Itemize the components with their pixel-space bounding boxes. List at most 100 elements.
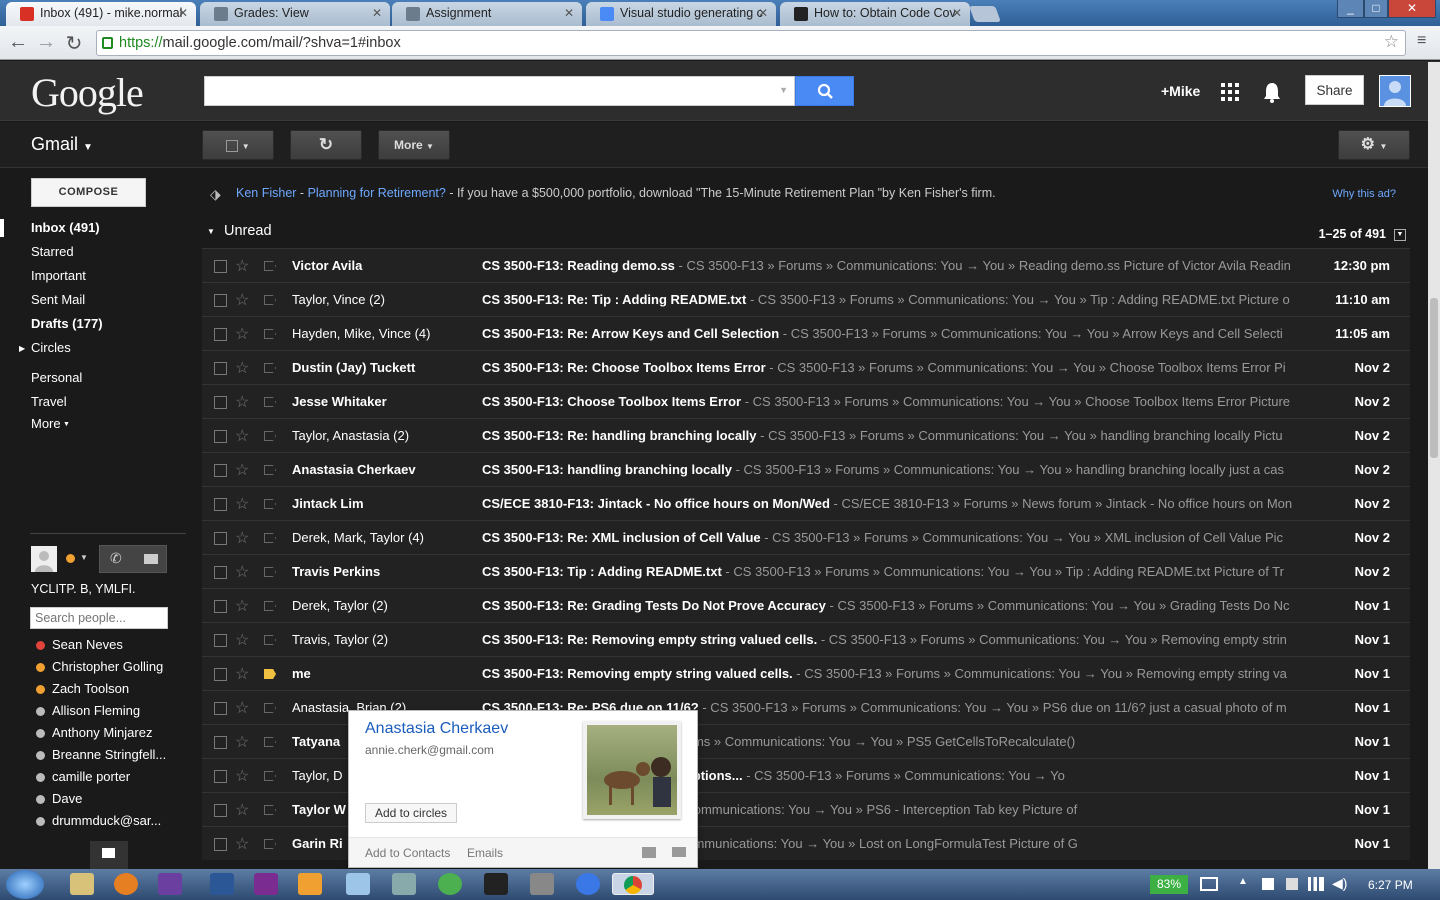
chrome-icon[interactable] [612, 873, 654, 895]
star-icon[interactable]: ☆ [235, 664, 249, 684]
sidebar-item[interactable]: Important [31, 268, 86, 283]
browser-tab[interactable]: Inbox (491) - mike.normal ✕ [6, 2, 196, 26]
table-row[interactable]: ☆ Derek, Mark, Taylor (4) CS 3500-F13: Re:… [202, 520, 1410, 554]
onenote-icon[interactable] [254, 873, 278, 895]
star-icon[interactable]: ☆ [235, 324, 249, 344]
row-checkbox[interactable] [214, 736, 227, 749]
gmail-menu[interactable]: Gmail ▼ [31, 134, 93, 155]
video-camera-icon[interactable] [144, 554, 158, 564]
importance-marker-icon[interactable] [264, 397, 276, 407]
reload-icon[interactable]: ↻ [62, 31, 86, 56]
back-icon[interactable]: ← [6, 31, 30, 54]
importance-marker-icon[interactable] [264, 567, 276, 577]
row-checkbox[interactable] [214, 838, 227, 851]
star-icon[interactable]: ☆ [235, 392, 249, 412]
importance-marker-icon[interactable] [264, 329, 276, 339]
table-row[interactable]: ☆ Travis, Taylor (2) CS 3500-F13: Re: Remo… [202, 622, 1410, 656]
chat-contact[interactable]: camille porter [52, 769, 130, 784]
notification-bell-icon[interactable] [1262, 81, 1282, 108]
chat-avatar[interactable] [31, 546, 57, 572]
more-actions-button[interactable]: More ▼ [378, 130, 450, 160]
media-player-icon[interactable] [298, 873, 322, 895]
caret-down-icon[interactable]: ▼ [63, 421, 70, 428]
search-button[interactable] [795, 76, 854, 106]
importance-marker-icon[interactable] [264, 431, 276, 441]
caret-down-icon[interactable]: ▼ [80, 553, 88, 562]
row-checkbox[interactable] [214, 668, 227, 681]
new-tab-button[interactable] [969, 6, 1001, 22]
chat-contact[interactable]: Breanne Stringfell... [52, 747, 166, 762]
emails-link[interactable]: Emails [467, 846, 503, 860]
user-profile-link[interactable]: +Mike [1161, 83, 1200, 99]
star-icon[interactable]: ☆ [235, 562, 249, 582]
close-tab-icon[interactable]: ✕ [178, 6, 188, 20]
table-row[interactable]: ☆ Taylor, Vince (2) CS 3500-F13: Re: Tip :… [202, 282, 1410, 316]
importance-marker-icon[interactable] [264, 601, 276, 611]
row-checkbox[interactable] [214, 770, 227, 783]
chat-contact[interactable]: Christopher Golling [52, 659, 163, 674]
scrollbar-thumb[interactable] [1430, 298, 1438, 458]
word-icon[interactable] [210, 873, 234, 895]
chat-icon[interactable] [642, 847, 656, 858]
row-checkbox[interactable] [214, 634, 227, 647]
ad-sponsor-link[interactable]: Ken Fisher [236, 186, 296, 200]
star-icon[interactable]: ☆ [235, 460, 249, 480]
table-row[interactable]: ☆ Anastasia Cherkaev CS 3500-F13: handling… [202, 452, 1410, 486]
add-to-contacts-link[interactable]: Add to Contacts [365, 846, 450, 860]
terminal-icon[interactable] [484, 873, 508, 895]
close-tab-icon[interactable]: ✕ [564, 6, 574, 20]
share-button[interactable]: Share [1305, 75, 1364, 105]
importance-marker-icon[interactable] [264, 839, 276, 849]
star-icon[interactable]: ☆ [235, 766, 249, 786]
star-icon[interactable]: ☆ [235, 494, 249, 514]
star-icon[interactable]: ☆ [235, 630, 249, 650]
star-icon[interactable]: ☆ [235, 800, 249, 820]
why-this-ad-link[interactable]: Why this ad? [1332, 188, 1396, 200]
row-checkbox[interactable] [214, 804, 227, 817]
start-button[interactable] [6, 870, 44, 899]
google-logo[interactable]: Google [31, 69, 144, 116]
network-tool-icon[interactable] [392, 873, 416, 895]
row-checkbox[interactable] [214, 566, 227, 579]
chat-contact[interactable]: Zach Toolson [52, 681, 129, 696]
forward-icon[interactable]: → [34, 31, 58, 54]
table-row[interactable]: ☆ Jesse Whitaker CS 3500-F13: Choose Toolb… [202, 384, 1410, 418]
table-row[interactable]: ☆ Taylor, Anastasia (2) CS 3500-F13: Re: h… [202, 418, 1410, 452]
browser-tab[interactable]: Assignment ✕ [392, 2, 582, 26]
volume-icon[interactable]: ◀) [1332, 875, 1347, 892]
sidebar-item[interactable]: Travel [31, 394, 67, 409]
table-row[interactable]: ☆ Jintack Lim CS/ECE 3810-F13: Jintack - N… [202, 486, 1410, 520]
browser-tab[interactable]: Grades: View ✕ [200, 2, 390, 26]
battery-indicator[interactable]: 83% [1150, 875, 1188, 894]
bookmark-star-icon[interactable]: ☆ [1384, 32, 1399, 52]
avatar[interactable] [1379, 75, 1411, 107]
row-checkbox[interactable] [214, 498, 227, 511]
chat-toggle[interactable] [90, 841, 128, 869]
star-icon[interactable]: ☆ [235, 528, 249, 548]
settings-button[interactable]: ⚙ ▼ [1338, 130, 1410, 160]
minimize-button[interactable]: _ [1337, 0, 1364, 18]
compose-button[interactable]: COMPOSE [31, 178, 146, 207]
importance-marker-icon[interactable] [264, 635, 276, 645]
sidebar-item[interactable]: Circles [31, 340, 71, 355]
search-input[interactable]: ▼ [204, 76, 795, 106]
close-tab-icon[interactable]: ✕ [952, 6, 962, 20]
star-icon[interactable]: ☆ [235, 698, 249, 718]
importance-marker-icon[interactable] [264, 533, 276, 543]
add-to-circles-button[interactable]: Add to circles [365, 803, 458, 823]
row-checkbox[interactable] [214, 260, 227, 273]
row-checkbox[interactable] [214, 532, 227, 545]
mail-icon[interactable] [672, 847, 686, 857]
ad-headline-link[interactable]: Planning for Retirement? [308, 186, 446, 200]
importance-marker-icon[interactable] [264, 363, 276, 373]
select-checkbox-button[interactable]: ▼ [202, 130, 274, 160]
chrome-canary-icon[interactable] [438, 873, 462, 895]
expand-arrow-icon[interactable]: ▶ [19, 344, 25, 353]
close-tab-icon[interactable]: ✕ [372, 6, 382, 20]
close-tab-icon[interactable]: ✕ [758, 6, 768, 20]
row-checkbox[interactable] [214, 396, 227, 409]
ie-icon[interactable] [576, 873, 600, 895]
device-icon[interactable] [1286, 878, 1298, 890]
collapse-icon[interactable]: ▼ [207, 227, 215, 236]
visual-studio-icon[interactable] [158, 873, 182, 895]
